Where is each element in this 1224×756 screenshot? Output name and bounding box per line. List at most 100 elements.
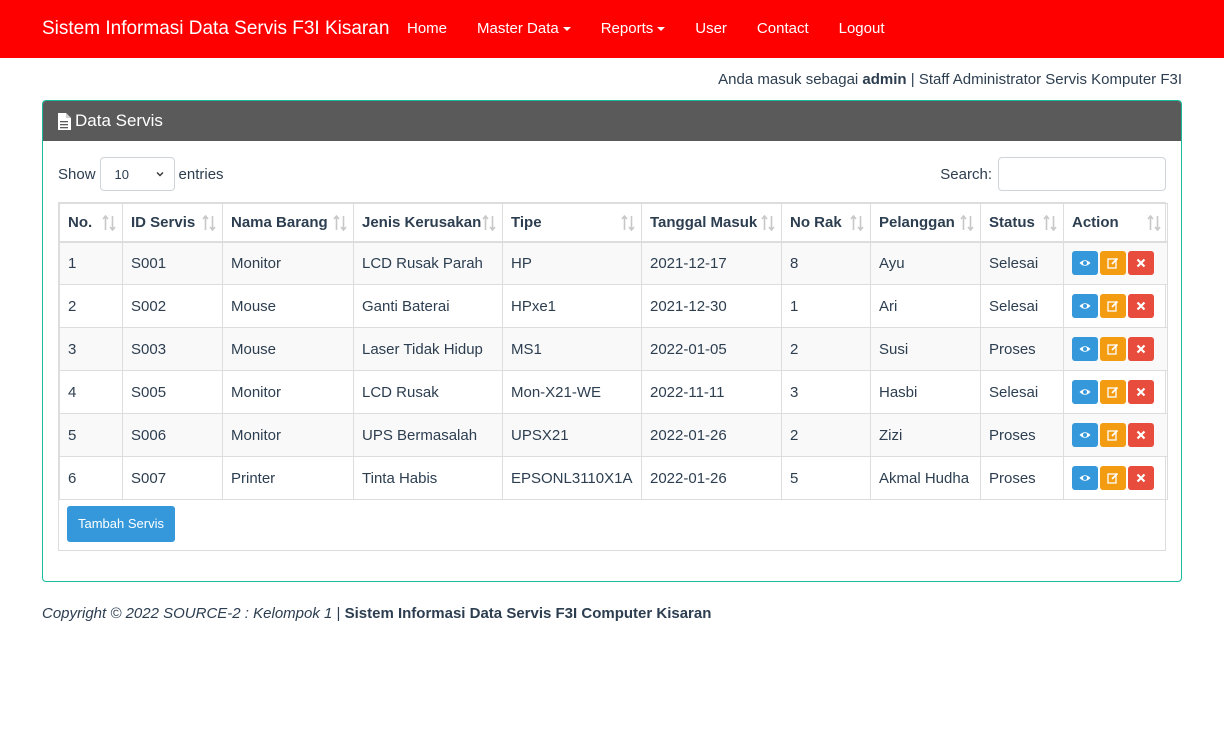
column-header[interactable]: Tanggal Masuk (641, 203, 782, 243)
document-icon (58, 112, 71, 130)
table-cell: 5 (781, 456, 871, 500)
edit-button[interactable] (1100, 466, 1126, 490)
view-button[interactable] (1072, 251, 1098, 276)
nav-item-logout[interactable]: Logout (824, 0, 900, 58)
column-header-label: Action (1072, 213, 1119, 231)
edit-icon (1107, 343, 1119, 355)
edit-button[interactable] (1100, 423, 1126, 447)
table-row: 5 S006 Monitor UPS Bermasalah UPSX21 2022-01-… (59, 413, 1168, 457)
column-header[interactable]: No Rak (781, 203, 871, 243)
table-cell: 2 (781, 327, 871, 371)
table-cell: Ganti Baterai (353, 284, 503, 328)
table-cell: 3 (781, 370, 871, 414)
delete-button[interactable] (1128, 294, 1154, 318)
view-button[interactable] (1072, 423, 1098, 447)
tambah-servis-button[interactable]: Tambah Servis (67, 506, 175, 542)
table-cell: 4 (59, 370, 123, 414)
nav-item-label: Master Data (477, 20, 559, 37)
table-cell: 3 (59, 327, 123, 371)
column-header[interactable]: ID Servis (122, 203, 223, 243)
table-cell: Proses (980, 413, 1064, 457)
table-cell: HP (502, 241, 642, 285)
column-header-label: Nama Barang (231, 213, 328, 231)
view-button[interactable] (1072, 337, 1098, 361)
column-header-label: Status (989, 213, 1035, 231)
close-icon (1136, 258, 1146, 268)
action-cell (1063, 456, 1168, 500)
search-control: Search: (940, 157, 1166, 191)
column-header[interactable]: Nama Barang (222, 203, 354, 243)
table-cell: S001 (122, 241, 223, 285)
table-cell: 5 (59, 413, 123, 457)
close-icon (1136, 387, 1146, 397)
footer-separator: | (332, 605, 345, 622)
column-header-label: No Rak (790, 213, 842, 231)
column-header[interactable]: Status (980, 203, 1064, 243)
column-header[interactable]: Tipe (502, 203, 642, 243)
sort-icon (333, 215, 347, 231)
table-cell: 2022-01-05 (641, 327, 782, 371)
table-cell: UPS Bermasalah (353, 413, 503, 457)
table-cell: MS1 (502, 327, 642, 371)
caret-down-icon (657, 27, 666, 32)
search-input[interactable] (998, 157, 1166, 191)
column-header[interactable]: Action (1063, 203, 1168, 243)
column-header[interactable]: No. (59, 203, 123, 243)
action-cell (1063, 284, 1168, 328)
eye-icon (1079, 389, 1091, 395)
delete-button[interactable] (1128, 251, 1154, 276)
sort-icon (202, 215, 216, 231)
nav-item-reports[interactable]: Reports (586, 0, 681, 58)
table-cell: HPxe1 (502, 284, 642, 328)
table-cell: Proses (980, 327, 1064, 371)
edit-button[interactable] (1100, 337, 1126, 361)
table-cell: 2021-12-30 (641, 284, 782, 328)
table-cell: S002 (122, 284, 223, 328)
delete-button[interactable] (1128, 337, 1154, 361)
close-icon (1136, 344, 1146, 354)
nav-item-contact[interactable]: Contact (742, 0, 824, 58)
sort-icon (1043, 215, 1057, 231)
edit-button[interactable] (1100, 251, 1126, 276)
eye-icon (1079, 475, 1091, 481)
table-cell: S007 (122, 456, 223, 500)
table-cell: Proses (980, 456, 1064, 500)
action-cell (1063, 327, 1168, 371)
table-cell: S005 (122, 370, 223, 414)
table-cell: Monitor (222, 413, 354, 457)
login-prefix: Anda masuk sebagai (718, 71, 863, 88)
column-header-label: No. (68, 213, 93, 231)
table-cell: Tinta Habis (353, 456, 503, 500)
nav-item-label: Logout (838, 20, 885, 37)
view-button[interactable] (1072, 466, 1098, 490)
action-cell (1063, 370, 1168, 414)
view-button[interactable] (1072, 294, 1098, 318)
sort-icon (102, 215, 116, 231)
nav-item-home[interactable]: Home (392, 0, 462, 58)
edit-button[interactable] (1100, 294, 1126, 318)
delete-button[interactable] (1128, 466, 1154, 490)
action-cell (1063, 413, 1168, 457)
table-row: 3 S003 Mouse Laser Tidak Hidup MS1 2022-01-05… (59, 327, 1168, 371)
login-role: | Staff Administrator Servis Komputer F3… (906, 71, 1182, 88)
sort-icon (1147, 215, 1161, 231)
table-cell: Laser Tidak Hidup (353, 327, 503, 371)
column-header-label: Tanggal Masuk (650, 213, 758, 231)
table-cell: Ari (870, 284, 981, 328)
nav-item-label: Reports (600, 20, 654, 37)
edit-icon (1107, 429, 1119, 441)
column-header[interactable]: Jenis Kerusakan (353, 203, 503, 243)
table-cell: Susi (870, 327, 981, 371)
delete-button[interactable] (1128, 423, 1154, 447)
sort-icon (482, 215, 496, 231)
nav-item-user[interactable]: User (680, 0, 742, 58)
view-button[interactable] (1072, 380, 1098, 404)
entries-select[interactable]: 10 (99, 157, 175, 191)
delete-button[interactable] (1128, 380, 1154, 404)
table-header-row: No. ID Servis Nama Barang Jenis Kerusakan Ti… (59, 203, 1168, 243)
column-header[interactable]: Pelanggan (870, 203, 981, 243)
navbar-brand[interactable]: Sistem Informasi Data Servis F3I Kisaran (42, 0, 389, 58)
nav-item-master-data[interactable]: Master Data (462, 0, 586, 58)
edit-button[interactable] (1100, 380, 1126, 404)
table-cell: Monitor (222, 241, 354, 285)
